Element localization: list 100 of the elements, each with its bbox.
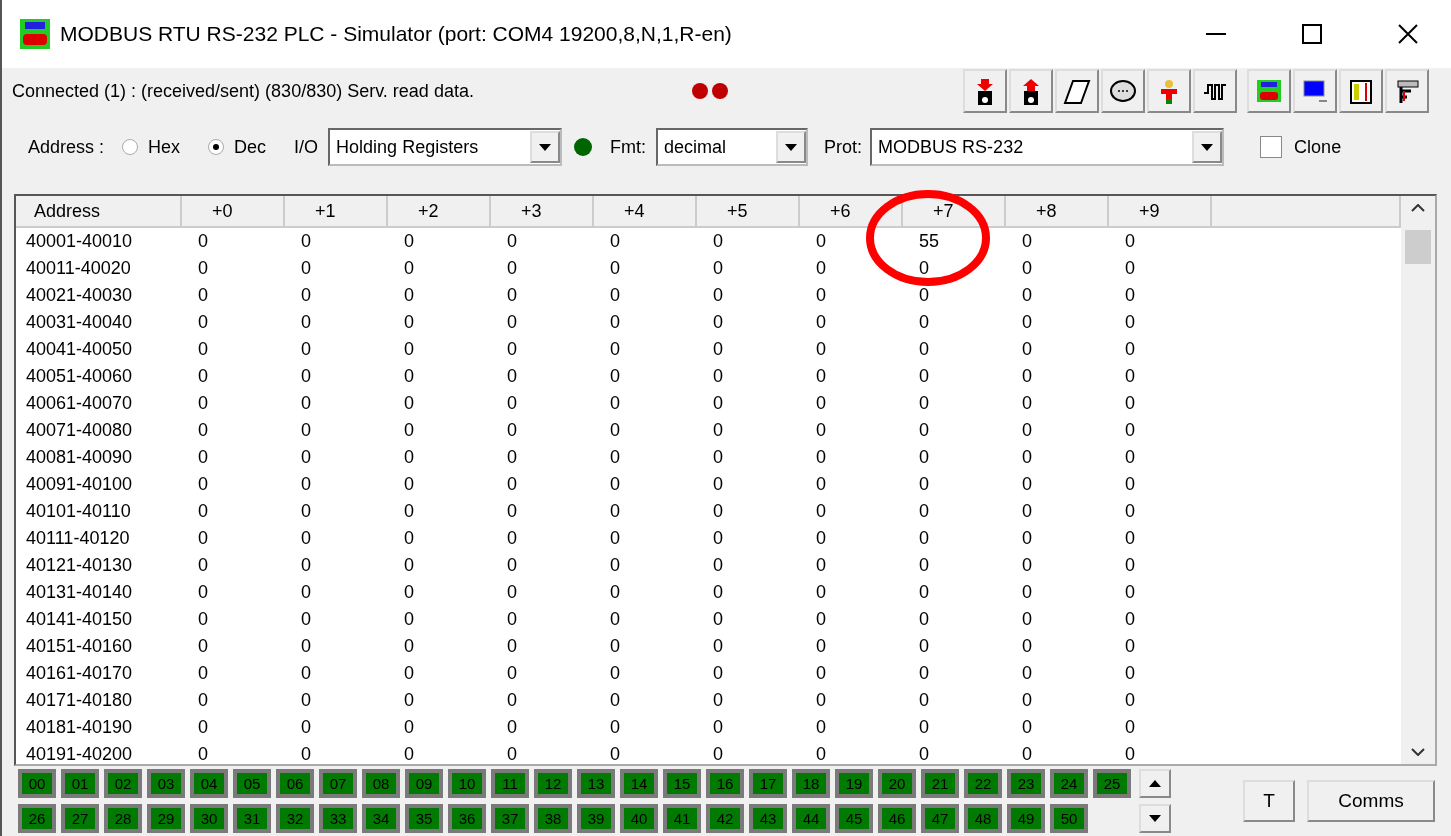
column-header[interactable]: +4 <box>594 196 697 228</box>
toolbar-button[interactable] <box>1009 69 1053 113</box>
station-led[interactable]: 18 <box>792 769 830 798</box>
format-dropdown[interactable]: decimal <box>656 128 809 166</box>
toolbar-button[interactable] <box>1339 69 1383 113</box>
station-led[interactable]: 02 <box>104 769 142 798</box>
station-led[interactable]: 27 <box>61 804 99 833</box>
column-header[interactable]: +1 <box>285 196 388 228</box>
table-cell-text: 0 <box>712 420 723 441</box>
station-led[interactable]: 30 <box>190 804 228 833</box>
column-header[interactable]: +5 <box>697 196 800 228</box>
column-header[interactable]: +3 <box>491 196 594 228</box>
station-led[interactable]: 01 <box>61 769 99 798</box>
station-led[interactable]: 37 <box>491 804 529 833</box>
station-led[interactable]: 48 <box>964 804 1002 833</box>
scroll-thumb[interactable] <box>1405 230 1431 264</box>
station-led[interactable]: 03 <box>147 769 185 798</box>
table-cell-text: 0 <box>918 690 929 711</box>
io-dropdown[interactable]: Holding Registers <box>328 128 563 166</box>
station-led[interactable]: 17 <box>749 769 787 798</box>
station-led[interactable]: 12 <box>534 769 572 798</box>
station-led[interactable]: 16 <box>706 769 744 798</box>
station-led[interactable]: 19 <box>835 769 873 798</box>
radio-button[interactable] <box>208 139 225 155</box>
station-led[interactable]: 06 <box>276 769 314 798</box>
toolbar-button[interactable] <box>1247 69 1291 113</box>
station-led[interactable]: 24 <box>1050 769 1088 798</box>
column-header[interactable]: Address <box>16 196 182 228</box>
toolbar-button[interactable] <box>963 69 1007 113</box>
station-led[interactable]: 40 <box>620 804 658 833</box>
station-led[interactable]: 11 <box>491 769 529 798</box>
station-led[interactable]: 15 <box>663 769 701 798</box>
station-led[interactable]: 23 <box>1007 769 1045 798</box>
comms-button[interactable]: Comms <box>1307 780 1435 822</box>
station-led[interactable]: 50 <box>1050 804 1088 833</box>
column-header[interactable]: +9 <box>1109 196 1212 228</box>
station-led[interactable]: 47 <box>921 804 959 833</box>
station-led[interactable]: 22 <box>964 769 1002 798</box>
station-led[interactable]: 39 <box>577 804 615 833</box>
station-led[interactable]: 43 <box>749 804 787 833</box>
station-led[interactable]: 21 <box>921 769 959 798</box>
station-led[interactable]: 09 <box>405 769 443 798</box>
serial-port-icon <box>1109 77 1137 105</box>
toolbar-button[interactable] <box>1385 69 1429 113</box>
station-led[interactable]: 14 <box>620 769 658 798</box>
station-led[interactable]: 13 <box>577 769 615 798</box>
table-cell-text: 0 <box>506 366 517 387</box>
station-led[interactable]: 29 <box>147 804 185 833</box>
station-led[interactable]: 38 <box>534 804 572 833</box>
station-led[interactable]: 45 <box>835 804 873 833</box>
station-led[interactable]: 36 <box>448 804 486 833</box>
station-led[interactable]: 28 <box>104 804 142 833</box>
station-led[interactable]: 25 <box>1093 769 1131 798</box>
station-led[interactable]: 44 <box>792 804 830 833</box>
table-cell-text: 0 <box>403 231 414 252</box>
station-led[interactable]: 08 <box>362 769 400 798</box>
station-led[interactable]: 46 <box>878 804 916 833</box>
station-led[interactable]: 31 <box>233 804 271 833</box>
clone-checkbox[interactable] <box>1260 136 1283 158</box>
scroll-up-button[interactable] <box>1139 769 1171 798</box>
down-arrow-icon <box>1201 143 1214 151</box>
address-cell-text: 40061-40070 <box>25 393 133 414</box>
station-led[interactable]: 41 <box>663 804 701 833</box>
app-logo-icon <box>20 19 50 49</box>
toolbar-button[interactable] <box>1293 69 1337 113</box>
table-cell-text: 0 <box>1021 609 1032 630</box>
table-cell-text: 0 <box>1021 366 1032 387</box>
station-led[interactable]: 00 <box>18 769 56 798</box>
scroll-down-button[interactable] <box>1139 804 1171 833</box>
station-led[interactable]: 20 <box>878 769 916 798</box>
station-led[interactable]: 35 <box>405 804 443 833</box>
table-cell-text: 0 <box>300 312 311 333</box>
station-led[interactable]: 32 <box>276 804 314 833</box>
station-led[interactable]: 05 <box>233 769 271 798</box>
station-led[interactable]: 34 <box>362 804 400 833</box>
column-header[interactable]: +0 <box>182 196 285 228</box>
table-cell-text: 0 <box>712 474 723 495</box>
table-cell-text: 0 <box>506 420 517 441</box>
toolbar-button[interactable] <box>1193 69 1237 113</box>
address-cell-text: 40081-40090 <box>25 447 133 468</box>
address-cell-text: 40171-40180 <box>25 690 133 711</box>
toolbar-button[interactable] <box>1101 69 1145 113</box>
table-cell-text: 0 <box>609 501 620 522</box>
station-led[interactable]: 26 <box>18 804 56 833</box>
station-led[interactable]: 42 <box>706 804 744 833</box>
protocol-dropdown[interactable]: MODBUS RS-232 <box>870 128 1225 166</box>
scrollbar[interactable] <box>1401 196 1435 764</box>
table-cell-text: 0 <box>300 717 311 738</box>
station-led[interactable]: 49 <box>1007 804 1045 833</box>
station-led[interactable]: 10 <box>448 769 486 798</box>
station-led[interactable]: 04 <box>190 769 228 798</box>
radio-button[interactable] <box>122 139 139 155</box>
t-button[interactable]: T <box>1243 780 1295 822</box>
column-header[interactable]: +2 <box>388 196 491 228</box>
table-cell-text: 0 <box>609 555 620 576</box>
station-led[interactable]: 33 <box>319 804 357 833</box>
toolbar-button[interactable] <box>1055 69 1099 113</box>
table-cell-text: 0 <box>712 663 723 684</box>
station-led[interactable]: 07 <box>319 769 357 798</box>
column-header[interactable]: +8 <box>1006 196 1109 228</box>
